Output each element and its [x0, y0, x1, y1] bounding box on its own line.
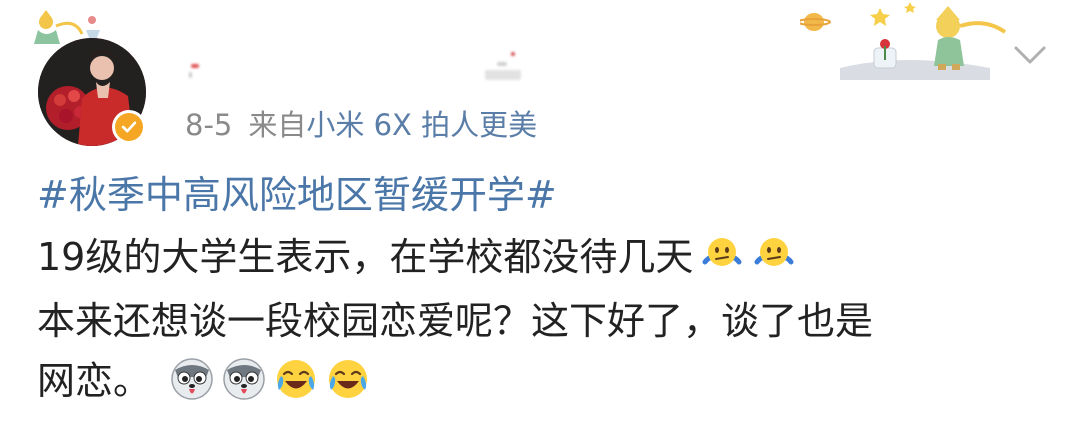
chevron-down-icon[interactable] — [1013, 44, 1047, 66]
username-blurred[interactable] — [185, 50, 525, 84]
shrug-emoji-icon — [699, 232, 745, 278]
laugh-cry-emoji-icon — [325, 356, 371, 402]
post-text: 网恋。 — [37, 359, 152, 403]
post-text-line: 本来还想谈一段校园恋爱呢？这下好了，谈了也是 — [37, 296, 873, 346]
topic-hashtag-link[interactable]: #秋季中高风险地区暂缓开学# — [37, 170, 557, 220]
post-date: 8-5 — [185, 108, 233, 142]
post-meta: 8-5 来自小米 6X 拍人更美 — [185, 105, 537, 145]
husky-dog-emoji-icon — [169, 356, 215, 402]
post-text-line: 网恋。 — [37, 356, 371, 406]
post-text: 19级的大学生表示，在学校都没待几天 — [37, 235, 694, 279]
post-text-line: 19级的大学生表示，在学校都没待几天 — [37, 232, 797, 282]
shrug-emoji-icon — [751, 232, 797, 278]
verified-badge-icon — [112, 110, 146, 144]
husky-dog-emoji-icon — [221, 356, 267, 402]
post-text: 本来还想谈一段校园恋爱呢？这下好了，谈了也是 — [37, 299, 874, 343]
post-source-label: 来自 — [248, 108, 307, 142]
post-device-link[interactable]: 小米 6X 拍人更美 — [306, 108, 537, 142]
laugh-cry-emoji-icon — [273, 356, 319, 402]
little-prince-banner-icon — [797, 0, 1010, 80]
